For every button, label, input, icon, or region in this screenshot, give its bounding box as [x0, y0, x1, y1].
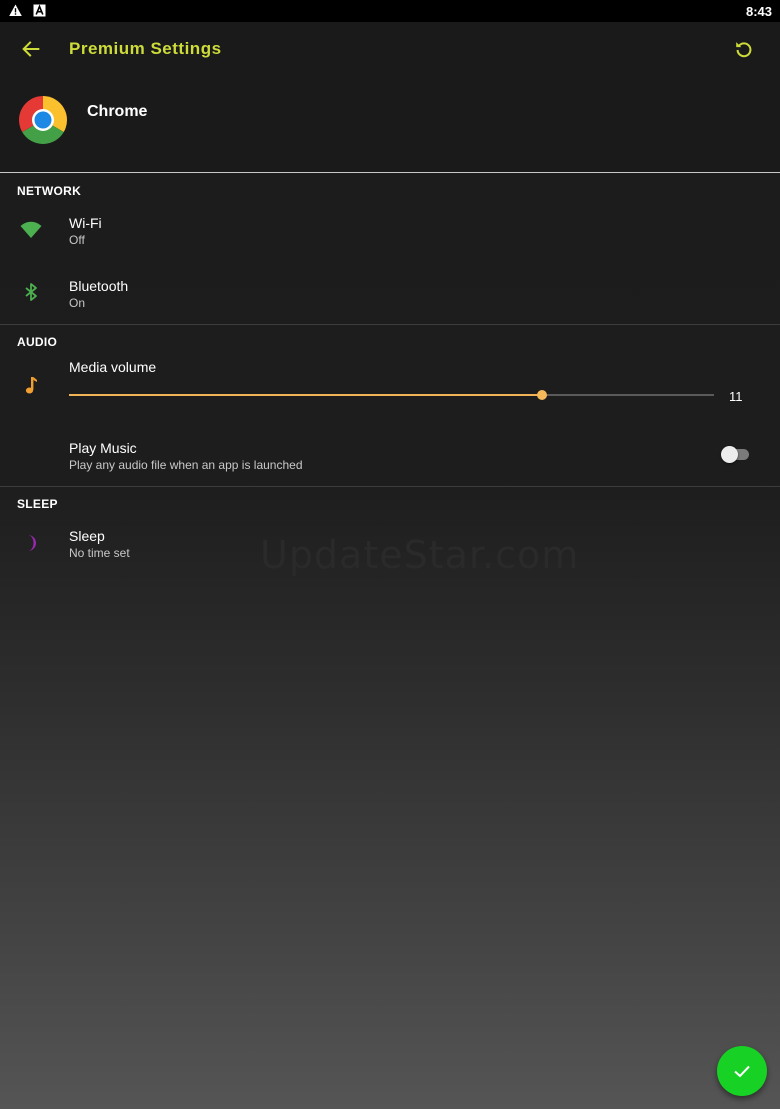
slider-thumb[interactable]: [536, 390, 547, 400]
watermark-text: UpdateStar.com: [260, 533, 580, 577]
toggle-thumb: [721, 446, 738, 463]
section-title-network: NETWORK: [17, 184, 82, 198]
status-bar: 8:43: [0, 0, 780, 22]
app-bar: Premium Settings: [0, 22, 780, 74]
app-name: Chrome: [87, 103, 148, 120]
moon-icon: [28, 535, 36, 551]
status-time: 8:43: [745, 4, 772, 19]
media-volume-slider[interactable]: [69, 390, 714, 400]
wifi-icon: [20, 221, 42, 238]
bluetooth-title: Bluetooth: [69, 278, 129, 294]
media-volume-value: 11: [729, 389, 743, 404]
section-title-sleep: SLEEP: [17, 497, 58, 511]
section-divider: [0, 486, 780, 487]
play-music-setting[interactable]: Play Music Play any audio file when an a…: [0, 431, 780, 479]
bluetooth-setting[interactable]: Bluetooth On: [0, 269, 780, 323]
media-volume-title: Media volume: [69, 359, 157, 375]
bluetooth-status: On: [69, 296, 86, 310]
section-divider: [0, 324, 780, 325]
chrome-logo-icon: [18, 95, 68, 145]
warning-icon: [9, 4, 22, 16]
check-icon: [734, 1065, 750, 1078]
media-volume-setting: Media volume: [0, 350, 780, 410]
android-icon: [33, 4, 46, 17]
header-divider: [0, 172, 780, 173]
wifi-status: Off: [69, 233, 85, 247]
sleep-title: Sleep: [69, 528, 105, 544]
wifi-setting[interactable]: Wi-Fi Off: [0, 206, 780, 260]
play-music-title: Play Music: [69, 440, 137, 456]
wifi-title: Wi-Fi: [69, 215, 102, 231]
back-arrow-icon[interactable]: [20, 38, 42, 60]
section-title-audio: AUDIO: [17, 335, 58, 349]
page-title: Premium Settings: [69, 39, 222, 58]
slider-fill: [69, 394, 542, 396]
play-music-description: Play any audio file when an app is launc…: [69, 458, 303, 472]
sleep-status: No time set: [69, 546, 130, 560]
bluetooth-icon: [25, 283, 37, 301]
music-note-icon: [25, 377, 37, 394]
reset-icon[interactable]: [733, 38, 755, 60]
app-header: Chrome: [0, 74, 780, 172]
confirm-fab-button[interactable]: [717, 1046, 767, 1096]
play-music-toggle[interactable]: [721, 446, 751, 463]
